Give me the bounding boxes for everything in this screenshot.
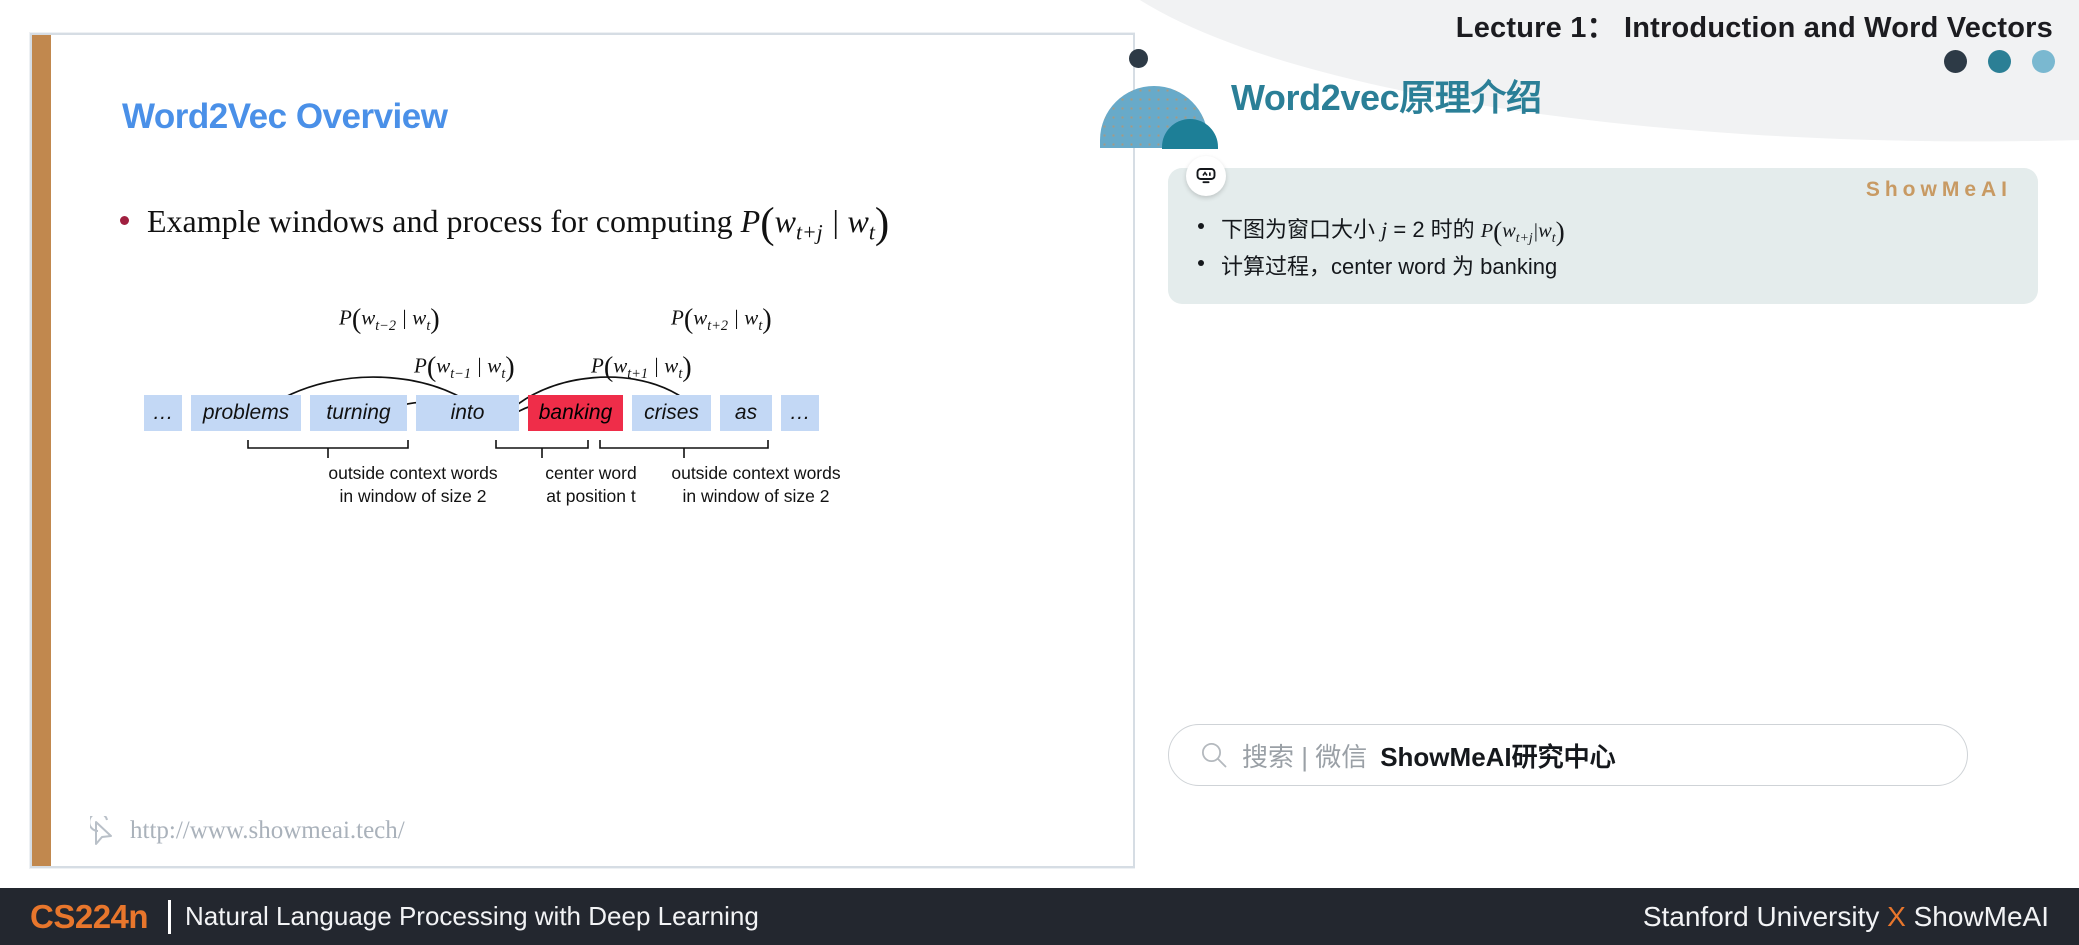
window-braces [247,440,769,458]
word-box-turning: turning [310,395,407,431]
search-bar[interactable]: 搜索 | 微信 ShowMeAI研究中心 [1168,724,1968,786]
lecture-title: Lecture 1： Introduction and Word Vectors [1455,12,2053,44]
card-bullet-dot-icon [1198,223,1204,229]
word2vec-window-diagram: P(wt−2 | wt) P(wt−1 | wt) P(wt+1 | wt) P… [96,290,856,550]
info-card: ShowMeAI 下图为窗口大小 j = 2 时的 P(wt+j|wt) 计算过… [1168,156,2038,304]
footer-divider [168,899,171,934]
word-box-crises: crises [632,395,711,431]
prob-label-t-minus-2: P(wt−2 | wt) [339,304,440,335]
decorative-dot-3 [2032,50,2055,73]
slide-bullet-text: Example windows and process for computin… [147,200,889,248]
footer-course-code: CS224n [30,897,149,935]
slide-accent-bar [32,35,51,866]
word-box-problems: problems [191,395,301,431]
slide-frame: Word2Vec Overview Example windows and pr… [30,33,1135,868]
card-bullet-1-text: 下图为窗口大小 j = 2 时的 P(wt+j|wt) [1221,216,1565,247]
decorative-dot [1129,49,1148,68]
slide-url[interactable]: http://www.showmeai.tech/ [90,816,405,846]
slide-url-text: http://www.showmeai.tech/ [130,817,405,844]
search-brand-text: ShowMeAI研究中心 [1380,741,1616,772]
footer-bar: CS224n Natural Language Processing with … [0,888,2079,945]
bullet-dot-icon [120,216,129,225]
decorative-dot-2 [1988,50,2011,73]
bullet-formula: P(wt+j | wt) [740,200,890,247]
search-icon [1201,742,1227,768]
decorative-dot-1 [1944,50,1967,73]
cursor-icon [90,816,112,845]
card-bullet-2-text: 计算过程，center word 为 banking [1221,254,1558,279]
slide-region: Word2Vec Overview Example windows and pr… [0,0,1135,888]
word-box-into: into [416,395,519,431]
prob-label-t-plus-2: P(wt+2 | wt) [671,304,772,335]
bullet-prefix: Example windows and process for computin… [147,202,741,239]
word-box-ellipsis-left: … [144,395,182,431]
card-bullet-2: 计算过程，center word 为 banking [1198,249,1557,281]
word-box-as: as [720,395,772,431]
word-sequence: … problems turning into banking crises a… [144,395,819,431]
caption-outside-right: outside context words in window of size … [671,463,841,507]
robot-face-icon [1186,156,1226,196]
footer-attribution: Stanford University X ShowMeAI [1642,900,2049,932]
card-bullet-dot-icon [1198,260,1204,266]
word-box-banking-center: banking [528,395,623,431]
right-panel: Lecture 1： Introduction and Word Vectors… [1069,0,2079,888]
caption-outside-left: outside context words in window of size … [328,463,498,507]
decorative-dots-group [1944,50,2055,73]
word-box-ellipsis-right: … [781,395,819,431]
showmeai-watermark: ShowMeAI [1865,178,2012,201]
slide-bullet: Example windows and process for computin… [120,200,889,248]
search-placeholder: 搜索 | 微信 [1242,741,1368,772]
footer-subtitle: Natural Language Processing with Deep Le… [185,901,759,931]
card-bullet-1: 下图为窗口大小 j = 2 时的 P(wt+j|wt) [1198,212,1565,247]
panel-title: Word2vec原理介绍 [1231,77,1542,118]
slide-title: Word2Vec Overview [122,97,448,136]
prob-label-t-plus-1: P(wt+1 | wt) [591,352,692,383]
prob-label-t-minus-1: P(wt−1 | wt) [414,352,515,383]
caption-center-word: center word at position t [545,463,637,507]
